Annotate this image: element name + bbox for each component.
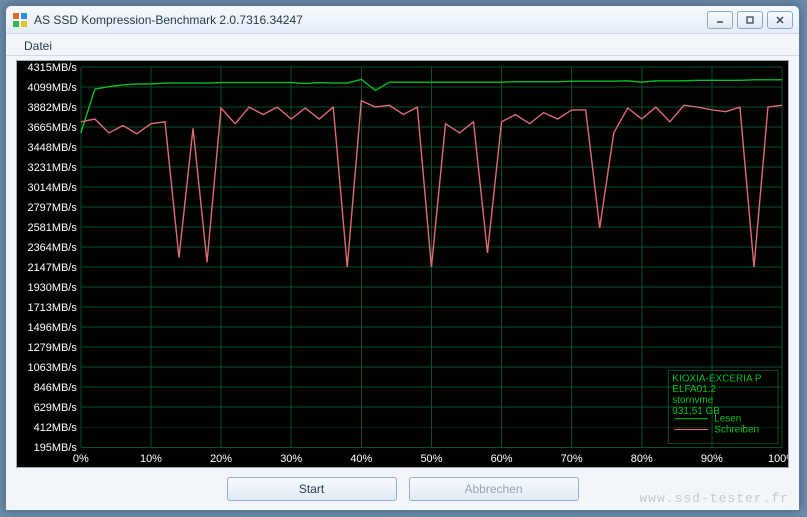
svg-text:1713MB/s: 1713MB/s xyxy=(28,302,78,314)
svg-text:KIOXIA-EXCERIA P: KIOXIA-EXCERIA P xyxy=(672,373,762,384)
svg-text:3665MB/s: 3665MB/s xyxy=(28,122,78,134)
svg-text:100%: 100% xyxy=(768,453,788,465)
close-button[interactable] xyxy=(767,11,793,29)
svg-text:20%: 20% xyxy=(210,453,232,465)
svg-text:stornvme: stornvme xyxy=(672,395,713,406)
svg-text:1930MB/s: 1930MB/s xyxy=(28,282,78,294)
svg-text:846MB/s: 846MB/s xyxy=(34,382,78,394)
watermark: www.ssd-tester.fr xyxy=(639,491,789,506)
titlebar[interactable]: AS SSD Kompression-Benchmark 2.0.7316.34… xyxy=(6,6,799,34)
svg-text:1279MB/s: 1279MB/s xyxy=(28,342,78,354)
svg-text:90%: 90% xyxy=(701,453,723,465)
svg-text:0%: 0% xyxy=(73,453,89,465)
svg-text:ELFA01.2: ELFA01.2 xyxy=(672,384,716,395)
svg-text:2147MB/s: 2147MB/s xyxy=(28,262,78,274)
chart-svg: 195MB/s 412MB/s 629MB/s 846MB/s 1063MB/s 1279… xyxy=(17,61,788,467)
svg-text:50%: 50% xyxy=(420,453,442,465)
svg-text:2797MB/s: 2797MB/s xyxy=(28,202,78,214)
svg-text:30%: 30% xyxy=(280,453,302,465)
svg-text:10%: 10% xyxy=(140,453,162,465)
menubar: Datei xyxy=(6,34,799,56)
svg-text:2364MB/s: 2364MB/s xyxy=(28,242,78,254)
svg-text:3231MB/s: 3231MB/s xyxy=(28,162,78,174)
chart: 195MB/s 412MB/s 629MB/s 846MB/s 1063MB/s 1279… xyxy=(16,60,789,468)
app-window: AS SSD Kompression-Benchmark 2.0.7316.34… xyxy=(5,5,800,511)
svg-text:1063MB/s: 1063MB/s xyxy=(28,362,78,374)
svg-text:4315MB/s: 4315MB/s xyxy=(28,62,78,74)
client-area: 195MB/s 412MB/s 629MB/s 846MB/s 1063MB/s 1279… xyxy=(6,56,799,510)
svg-text:3448MB/s: 3448MB/s xyxy=(28,142,78,154)
svg-text:195MB/s: 195MB/s xyxy=(34,442,78,454)
abbrechen-button[interactable]: Abbrechen xyxy=(409,477,579,501)
svg-text:412MB/s: 412MB/s xyxy=(34,422,78,434)
window-buttons xyxy=(707,11,793,29)
app-icon xyxy=(12,12,28,28)
svg-text:Schreiben: Schreiben xyxy=(714,425,759,436)
svg-text:629MB/s: 629MB/s xyxy=(34,402,78,414)
svg-text:3882MB/s: 3882MB/s xyxy=(28,102,78,114)
svg-text:2581MB/s: 2581MB/s xyxy=(28,222,78,234)
window-title: AS SSD Kompression-Benchmark 2.0.7316.34… xyxy=(34,13,707,27)
menu-datei[interactable]: Datei xyxy=(18,37,58,55)
svg-text:3014MB/s: 3014MB/s xyxy=(28,182,78,194)
minimize-button[interactable] xyxy=(707,11,733,29)
svg-text:40%: 40% xyxy=(350,453,372,465)
svg-text:80%: 80% xyxy=(631,453,653,465)
svg-text:1496MB/s: 1496MB/s xyxy=(28,322,78,334)
svg-text:Lesen: Lesen xyxy=(714,414,741,425)
svg-text:70%: 70% xyxy=(561,453,583,465)
svg-text:60%: 60% xyxy=(491,453,513,465)
maximize-button[interactable] xyxy=(737,11,763,29)
start-button[interactable]: Start xyxy=(227,477,397,501)
svg-text:931,51 GB: 931,51 GB xyxy=(672,406,720,417)
svg-text:4099MB/s: 4099MB/s xyxy=(28,82,78,94)
